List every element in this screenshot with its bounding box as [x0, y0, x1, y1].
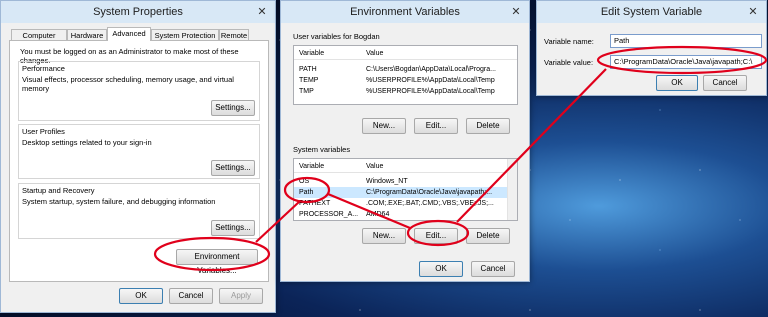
variable-name-field[interactable]: Path [610, 34, 762, 48]
performance-group: Performance Visual effects, processor sc… [18, 61, 260, 121]
apply-button[interactable]: Apply [219, 288, 263, 304]
title-bar: System Properties ✕ [1, 1, 275, 23]
system-properties-window: System Properties ✕ Computer Name Hardwa… [0, 0, 276, 313]
performance-settings-button[interactable]: Settings... [211, 100, 255, 116]
environment-variables-button[interactable]: Environment Variables... [176, 249, 258, 275]
tab-computer-name[interactable]: Computer Name [11, 29, 67, 51]
tab-advanced[interactable]: Advanced [107, 27, 151, 41]
list-item[interactable]: PROCESSOR_A... AMD64 [294, 209, 517, 220]
environment-variables-window: Environment Variables ✕ User variables f… [280, 0, 530, 282]
ok-button[interactable]: OK [119, 288, 163, 304]
column-variable: Variable [299, 163, 325, 170]
tab-hardware[interactable]: Hardware [67, 29, 107, 40]
user-new-button[interactable]: New... [362, 118, 406, 134]
title-bar: Environment Variables ✕ [281, 1, 529, 23]
window-title: Environment Variables [350, 6, 460, 18]
startup-settings-button[interactable]: Settings... [211, 220, 255, 236]
user-edit-button[interactable]: Edit... [414, 118, 458, 134]
tab-strip: Computer Name Hardware Advanced System P… [9, 27, 267, 51]
system-variables-list[interactable]: Variable Value OS Windows_NT Path C:\Pro… [293, 158, 518, 221]
tab-remote[interactable]: Remote [219, 29, 249, 40]
system-variables-label: System variables [293, 145, 351, 154]
cancel-button[interactable]: Cancel [471, 261, 515, 277]
startup-recovery-group: Startup and Recovery System startup, sys… [18, 183, 260, 239]
variable-value-label: Variable value: [544, 58, 594, 67]
list-item-selected[interactable]: Path C:\ProgramData\Oracle\Java\javapath… [294, 187, 517, 198]
list-item[interactable]: PATH C:\Users\Bogdan\AppData\Local\Progr… [294, 64, 517, 75]
ok-button[interactable]: OK [419, 261, 463, 277]
tab-system-protection[interactable]: System Protection [151, 29, 219, 40]
user-profiles-group: User Profiles Desktop settings related t… [18, 124, 260, 179]
scrollbar[interactable] [507, 159, 517, 220]
list-header: Variable Value [294, 161, 517, 173]
list-item[interactable]: PATHEXT .COM;.EXE;.BAT;.CMD;.VBS;.VBE;.J… [294, 198, 517, 209]
close-icon[interactable]: ✕ [255, 1, 269, 23]
startup-recovery-desc: System startup, system failure, and debu… [22, 197, 216, 206]
close-icon[interactable]: ✕ [746, 1, 760, 23]
user-profiles-desc: Desktop settings related to your sign-in [22, 138, 152, 147]
system-delete-button[interactable]: Delete [466, 228, 510, 244]
list-item[interactable]: TMP %USERPROFILE%\AppData\Local\Temp [294, 86, 517, 97]
variable-value-field[interactable]: C:\ProgramData\Oracle\Java\javapath;C:\ [610, 55, 762, 69]
title-bar: Edit System Variable ✕ [537, 1, 766, 23]
user-delete-button[interactable]: Delete [466, 118, 510, 134]
ok-button[interactable]: OK [656, 75, 698, 91]
column-variable: Variable [299, 50, 325, 57]
edit-system-variable-window: Edit System Variable ✕ Variable name: Pa… [536, 0, 767, 96]
user-variables-label: User variables for Bogdan [293, 32, 380, 41]
system-edit-button[interactable]: Edit... [414, 228, 458, 244]
cancel-button[interactable]: Cancel [169, 288, 213, 304]
startup-recovery-label: Startup and Recovery [22, 186, 95, 195]
user-profiles-label: User Profiles [22, 127, 65, 136]
list-item[interactable]: OS Windows_NT [294, 176, 517, 187]
performance-desc: Visual effects, processor scheduling, me… [22, 75, 234, 93]
column-value: Value [366, 163, 384, 170]
advanced-tab-panel: You must be logged on as an Administrato… [9, 40, 269, 282]
window-title: System Properties [93, 6, 183, 18]
user-variables-list[interactable]: Variable Value PATH C:\Users\Bogdan\AppD… [293, 45, 518, 105]
list-item[interactable]: TEMP %USERPROFILE%\AppData\Local\Temp [294, 75, 517, 86]
close-icon[interactable]: ✕ [509, 1, 523, 23]
window-title: Edit System Variable [600, 6, 703, 18]
column-value: Value [366, 50, 384, 57]
list-header: Variable Value [294, 48, 517, 60]
system-new-button[interactable]: New... [362, 228, 406, 244]
variable-name-label: Variable name: [544, 37, 594, 46]
cancel-button[interactable]: Cancel [703, 75, 747, 91]
user-profiles-settings-button[interactable]: Settings... [211, 160, 255, 176]
performance-label: Performance [22, 64, 65, 73]
